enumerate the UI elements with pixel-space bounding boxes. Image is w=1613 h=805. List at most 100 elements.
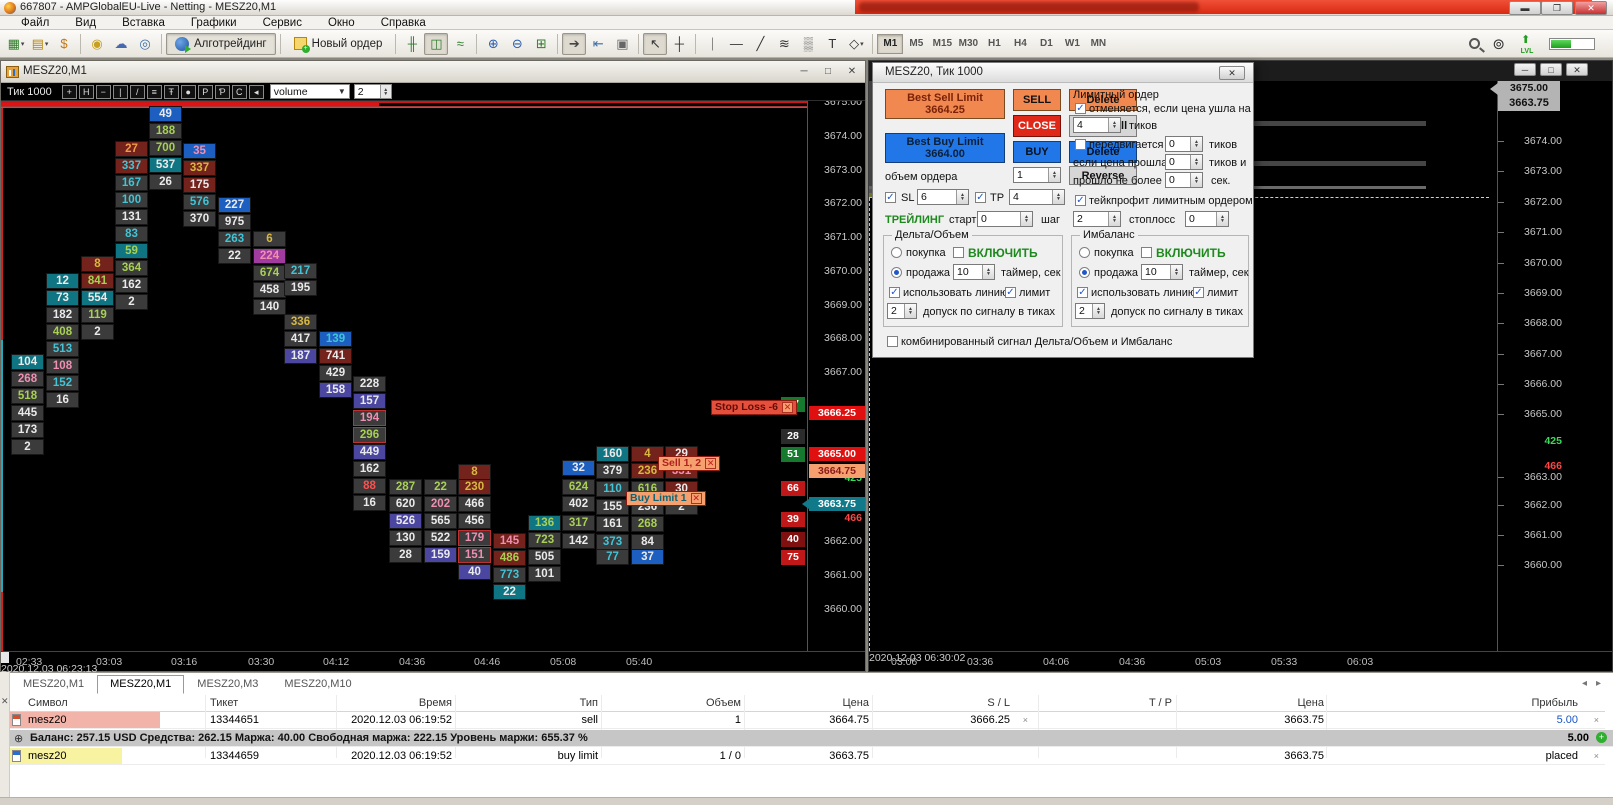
chart2-maximize-icon[interactable]: □ [1540, 63, 1562, 76]
cluster-tool-button-5[interactable]: / [129, 84, 145, 99]
buy-button[interactable]: BUY [1013, 141, 1061, 163]
column-header-2[interactable]: Тикет [210, 697, 238, 709]
column-header-6[interactable]: Цена [843, 697, 869, 709]
minimize-button[interactable]: ▬ [1509, 1, 1541, 15]
cluster-tool-button-10[interactable]: Ƥ [214, 84, 230, 99]
moves-checkbox[interactable] [1075, 139, 1086, 150]
column-header-5[interactable]: Объем [706, 697, 741, 709]
tp-checkbox[interactable]: ✓ [975, 192, 986, 203]
cursor-icon[interactable]: ↖ [643, 32, 668, 55]
chart-close-icon[interactable]: ✕ [843, 64, 861, 79]
menu-item-3[interactable]: Вставка [109, 17, 178, 29]
column-header-4[interactable]: Тип [580, 697, 598, 709]
cancel-ticks-stepper[interactable]: 4 ▲ ▼ [1073, 117, 1121, 133]
table-row[interactable]: mesz20 13344659 2020.12.03 06:19:52 buy lim… [10, 748, 1605, 765]
timeframe-h1[interactable]: H1 [981, 34, 1007, 54]
left-time-axis[interactable]: 02:33 03:03 03:16 03:30 04:12 04:36 04:46 05:08… [1, 651, 865, 675]
vline-icon[interactable]: ｜ [700, 33, 724, 55]
imb-enable-checkbox[interactable] [1141, 247, 1152, 258]
account-icon[interactable]: ⊚ [1492, 35, 1505, 53]
chart2-minimize-icon[interactable]: ─ [1514, 63, 1536, 76]
tab-mesz20-m1-2[interactable]: MESZ20,M1 [97, 675, 185, 694]
combined-signal-checkbox[interactable] [887, 336, 898, 347]
if-price-stepper[interactable]: 0 ▲ ▼ [1165, 154, 1203, 170]
new-order-button[interactable]: + Новый ордер [285, 33, 392, 55]
left-chart-titlebar[interactable]: MESZ20,M1 ─ □ ✕ [1, 61, 865, 83]
dialog-close-button[interactable]: ✕ [1219, 66, 1245, 80]
column-header-10[interactable]: Прибыль [1531, 697, 1578, 709]
tp-stepper[interactable]: 4 ▲ ▼ [1009, 189, 1065, 205]
imb-tolerance-stepper[interactable]: 2 ▲ ▼ [1075, 303, 1105, 319]
menu-item-7[interactable]: Справка [368, 17, 439, 29]
tabs-scroll-right-icon[interactable]: ▸ [1596, 678, 1601, 689]
close-position-button[interactable]: CLOSE [1013, 115, 1061, 137]
cluster-tool-button-7[interactable]: Ŧ [163, 84, 179, 99]
tile-windows-icon[interactable]: ⊞ [529, 33, 553, 55]
column-header-7[interactable]: S / L [987, 697, 1010, 709]
cluster-tool-button-1[interactable]: + [61, 84, 77, 99]
menu-item-2[interactable]: Вид [62, 17, 109, 29]
right-time-axis[interactable]: 03:06 03:36 04:06 04:36 05:03 05:33 06:03 2020.… [869, 651, 1612, 671]
bars-chart-icon[interactable]: ╫ [400, 33, 424, 55]
order-label-buy-limit[interactable]: Buy Limit 1 ✕ [626, 491, 706, 506]
sell-button[interactable]: SELL [1013, 89, 1061, 111]
line-chart-icon[interactable]: ≈ [448, 33, 472, 55]
delta-tolerance-stepper[interactable]: 2 ▲ ▼ [887, 303, 917, 319]
imb-timer-stepper[interactable]: 10 ▲ ▼ [1141, 264, 1183, 280]
chart2-close-icon[interactable]: ✕ [1566, 63, 1588, 76]
zoom-in-icon[interactable]: ⊕ [481, 33, 505, 55]
cluster-tool-button-9[interactable]: P [197, 84, 213, 99]
timeframe-m30[interactable]: M30 [955, 34, 981, 54]
cluster-scale-stepper[interactable]: 2 ▲ ▼ [353, 84, 392, 99]
column-header-8[interactable]: T / P [1149, 697, 1172, 709]
crosshair-icon[interactable]: ┼ [667, 33, 691, 55]
cluster-tool-button-6[interactable]: ≡ [146, 84, 162, 99]
cancel-if-checkbox[interactable]: ✓ [1075, 103, 1086, 114]
sl-checkbox[interactable]: ✓ [885, 192, 896, 203]
trailing-stoploss-stepper[interactable]: 0 ▲ ▼ [1185, 211, 1229, 227]
grid-icon[interactable]: ▒ [796, 33, 820, 55]
best-sell-limit-button[interactable]: Best Sell Limit 3664.25 [885, 89, 1005, 119]
stepper-arrows-icon[interactable]: ▲ ▼ [379, 85, 391, 98]
dialog-titlebar[interactable]: MESZ20, Тик 1000 ✕ [873, 63, 1253, 83]
imb-useline-checkbox[interactable]: ✓ [1077, 287, 1088, 298]
imb-buy-radio[interactable] [1079, 247, 1090, 258]
horizontal-scrollbar[interactable] [0, 797, 1613, 805]
autoscroll-icon[interactable]: ➔ [562, 32, 587, 55]
order-close-icon[interactable]: ✕ [782, 402, 794, 413]
close-trade-icon[interactable]: × [1594, 751, 1599, 761]
chart-shift-icon[interactable]: ⇤ [586, 33, 610, 55]
delta-timer-stepper[interactable]: 10 ▲ ▼ [953, 264, 995, 280]
add-funds-icon[interactable]: + [1596, 732, 1607, 743]
close-button[interactable]: ✕ [1575, 1, 1607, 15]
shapes-icon[interactable]: ◇ ▾ [844, 33, 868, 55]
chart-minimize-icon[interactable]: ─ [795, 64, 813, 79]
volume-mode-dropdown[interactable]: volume ▼ [269, 84, 350, 99]
chart-maximize-icon[interactable]: □ [819, 64, 837, 79]
sl-stepper[interactable]: 6 ▲ ▼ [917, 189, 969, 205]
passed-stepper[interactable]: 0 ▲ ▼ [1165, 172, 1203, 188]
delta-limit-checkbox[interactable]: ✓ [1005, 287, 1016, 298]
profiles-icon[interactable]: ▤ ▾ [28, 33, 52, 55]
signals-icon[interactable]: ◎ [133, 33, 157, 55]
maximize-button[interactable]: ❐ [1541, 1, 1573, 15]
table-row[interactable]: mesz20 13344651 2020.12.03 06:19:52 sell 1 36… [10, 712, 1605, 729]
order-label-stop-loss[interactable]: Stop Loss -6 ✕ [711, 400, 798, 415]
zoom-out-icon[interactable]: ⊖ [505, 33, 529, 55]
close-trade-icon[interactable]: × [1594, 715, 1599, 725]
cluster-tool-button-3[interactable]: − [95, 84, 111, 99]
levels-icon[interactable]: ⬆ LVL [1517, 34, 1537, 55]
moves-stepper[interactable]: 0 ▲ ▼ [1165, 136, 1203, 152]
trailing-step-stepper[interactable]: 2 ▲ ▼ [1073, 211, 1121, 227]
best-buy-limit-button[interactable]: Best Buy Limit 3664.00 [885, 133, 1005, 163]
cluster-tool-button-12[interactable]: ◂ [248, 84, 264, 99]
order-volume-stepper[interactable]: 1 ▲ ▼ [1013, 167, 1061, 183]
price-line[interactable] [1, 107, 807, 108]
expand-icon[interactable]: ⊕ [14, 732, 23, 745]
candles-chart-icon[interactable]: ◫ [424, 32, 449, 55]
market-watch-icon[interactable]: $ [52, 33, 76, 55]
timeframe-m5[interactable]: M5 [903, 34, 929, 54]
column-header-9[interactable]: Цена [1298, 697, 1324, 709]
cluster-tool-button-2[interactable]: H [78, 84, 94, 99]
tab-mesz20-m3-3[interactable]: MESZ20,M3 [184, 675, 271, 694]
